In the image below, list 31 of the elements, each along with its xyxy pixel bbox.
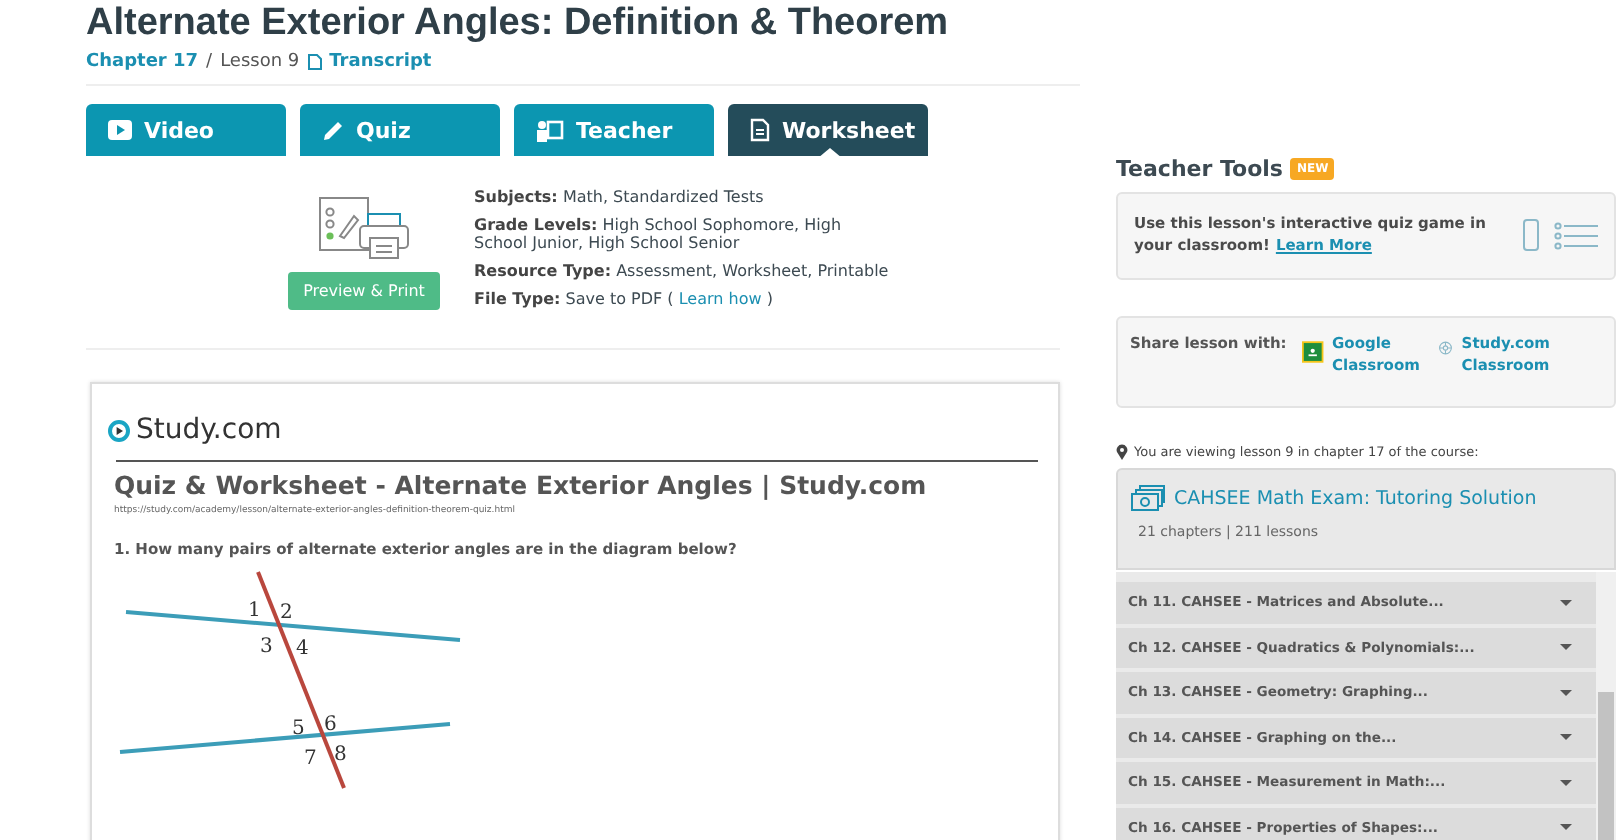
- resource-detail: Resource Type: Assessment, Worksheet, Printable: [474, 262, 891, 280]
- phone-list-icon: [1522, 218, 1602, 254]
- resource-detail: Subjects: Math, Standardized Tests: [474, 188, 766, 206]
- document-icon: [750, 118, 770, 142]
- section-heading: Teacher Tools: [1116, 156, 1283, 182]
- scrollbar[interactable]: [1596, 572, 1616, 840]
- course-title-link[interactable]: CAHSEE Math Exam: Tutoring Solution: [1174, 487, 1537, 509]
- logo-icon: [108, 419, 130, 441]
- lesson-label: Lesson 9: [220, 52, 300, 72]
- document-icon: [307, 54, 322, 70]
- presenter-icon: [536, 119, 564, 141]
- angles-diagram: 1 2 3 4 5 6 7 8: [108, 570, 478, 806]
- separator: /: [206, 52, 213, 72]
- tab[interactable]: Teacher: [514, 104, 714, 156]
- learn-how-link[interactable]: Learn how: [678, 290, 762, 308]
- transcript-link[interactable]: Transcript: [329, 52, 432, 72]
- page-title: Alternate Exterior Angles: Definition & Theorem: [86, 0, 949, 48]
- video-icon: [108, 120, 132, 140]
- tab[interactable]: Quiz: [300, 104, 500, 156]
- brand-name: Study.com: [136, 414, 282, 446]
- tab[interactable]: Worksheet: [728, 104, 928, 156]
- resource-detail: Grade Levels: High School Sophomore, High School Junior, High School Senior: [474, 216, 844, 252]
- chapter-link[interactable]: Chapter 17: [86, 52, 199, 72]
- course-icon: [1130, 484, 1166, 512]
- resource-detail: File Type: Save to PDF ( Learn how ): [474, 290, 775, 308]
- preview-print-button[interactable]: Preview & Print: [287, 272, 441, 310]
- worksheet-title: Quiz & Worksheet - Alternate Exterior Angles | Study.com: [112, 470, 929, 500]
- worksheet-printer-icon: [318, 196, 410, 260]
- tab[interactable]: Video: [86, 104, 286, 156]
- location-pin-icon: [1116, 444, 1128, 460]
- pencil-icon: [322, 119, 344, 141]
